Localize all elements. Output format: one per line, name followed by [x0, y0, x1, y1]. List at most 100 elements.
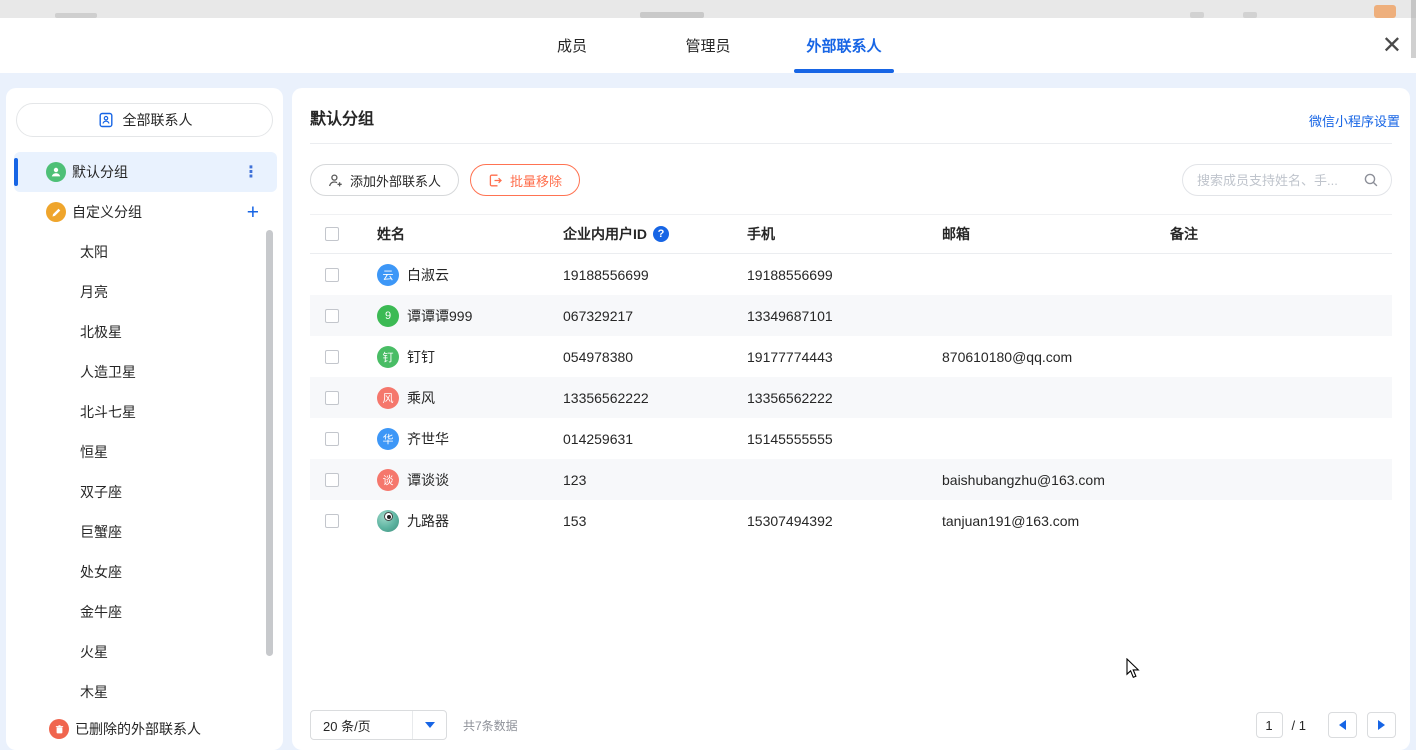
previous-page-button[interactable] [1328, 712, 1357, 738]
contact-name: 九路器 [407, 511, 449, 531]
sidebar-group-item[interactable]: 北斗七星 [14, 392, 277, 432]
column-header-id: 企业内用户ID ? [563, 224, 747, 244]
avatar [377, 510, 399, 532]
table-row: 9 谭谭谭999 06732921713349687101 [310, 295, 1392, 336]
pagination: 1 / 1 [1256, 712, 1396, 738]
export-remove-icon [488, 173, 503, 188]
background-page-remnant [1374, 5, 1396, 18]
sidebar-scrollbar-thumb[interactable] [266, 230, 273, 656]
row-checkbox[interactable] [325, 473, 339, 487]
avatar: 9 [377, 305, 399, 327]
add-group-icon[interactable]: + [247, 202, 259, 223]
avatar: 风 [377, 387, 399, 409]
sidebar-group-item[interactable]: 木星 [14, 672, 277, 712]
add-button-label: 添加外部联系人 [350, 171, 441, 190]
column-header-email: 邮箱 [942, 224, 1170, 244]
sidebar-group-item[interactable]: 金牛座 [14, 592, 277, 632]
sidebar-group-item[interactable]: 恒星 [14, 432, 277, 472]
caret-zone [412, 711, 446, 739]
page-size-select[interactable]: 20 条/页 [310, 710, 447, 740]
sidebar-group-item[interactable]: 处女座 [14, 552, 277, 592]
chevron-down-icon [425, 722, 435, 728]
contact-user-id: 153 [563, 513, 747, 529]
table-row: 谈谭谈谈123baishubangzhu@163.com [310, 459, 1392, 500]
contact-phone: 19177774443 [747, 349, 942, 365]
avatar: 谈 [377, 469, 399, 491]
tab-admins[interactable]: 管理员 [648, 18, 768, 73]
sidebar-item-custom-group[interactable]: 自定义分组 + [14, 192, 277, 232]
column-header-id-label: 企业内用户ID [563, 224, 647, 244]
contact-user-id: 014259631 [563, 431, 747, 447]
row-checkbox[interactable] [325, 268, 339, 282]
table-header-row: 姓名 企业内用户ID ? 手机 邮箱 备注 [310, 214, 1392, 254]
search-input[interactable] [1197, 173, 1363, 188]
sidebar-group-item[interactable]: 太阳 [14, 232, 277, 272]
sidebar-item-deleted-contacts[interactable]: 已删除的外部联系人 [14, 712, 277, 746]
contact-phone: 15145555555 [747, 431, 942, 447]
row-checkbox[interactable] [325, 514, 339, 528]
wechat-miniprogram-settings-link[interactable]: 微信小程序设置 [1309, 111, 1400, 130]
contact-name: 谭谭谭999 [407, 306, 472, 326]
pencil-icon [46, 202, 66, 222]
contact-phone: 19188556699 [747, 267, 942, 283]
search-box [1182, 164, 1392, 196]
divider [310, 143, 1392, 144]
group-person-icon [46, 162, 66, 182]
more-options-icon[interactable]: ⋮ [243, 162, 259, 182]
table-row: 钉钉钉05497838019177774443870610180@qq.com [310, 336, 1392, 377]
avatar-eye [384, 512, 393, 521]
help-icon[interactable]: ? [653, 226, 669, 242]
total-count-label: 共7条数据 [463, 717, 518, 734]
table-row: 九路器15315307494392tanjuan191@163.com [310, 500, 1392, 541]
table-footer: 20 条/页 共7条数据 1 / 1 [310, 702, 1396, 748]
column-header-remark: 备注 [1170, 224, 1392, 244]
tab-label: 外部联系人 [806, 35, 881, 56]
search-icon [1363, 172, 1379, 188]
total-pages-label: / 1 [1292, 718, 1306, 733]
background-scrollbar-remnant [1411, 0, 1416, 58]
contact-name: 钉钉 [407, 347, 435, 367]
sidebar-group-item[interactable]: 人造卫星 [14, 352, 277, 392]
row-checkbox[interactable] [325, 432, 339, 446]
close-icon[interactable]: ✕ [1382, 34, 1402, 58]
batch-remove-button[interactable]: 批量移除 [470, 164, 580, 196]
add-external-contact-button[interactable]: 添加外部联系人 [310, 164, 459, 196]
sidebar-group-item[interactable]: 双子座 [14, 472, 277, 512]
tab-members[interactable]: 成员 [512, 18, 632, 73]
row-checkbox[interactable] [325, 350, 339, 364]
current-page-input[interactable]: 1 [1256, 712, 1283, 738]
tab-label: 成员 [557, 35, 587, 56]
remove-button-label: 批量移除 [510, 171, 562, 190]
sidebar-group-item[interactable]: 月亮 [14, 272, 277, 312]
contact-name: 白淑云 [407, 265, 449, 285]
custom-group-list: 太阳月亮北极星人造卫星北斗七星恒星双子座巨蟹座处女座金牛座火星木星 [6, 232, 283, 712]
sidebar-group-item[interactable]: 巨蟹座 [14, 512, 277, 552]
contact-phone: 13349687101 [747, 308, 942, 324]
main-panel: 默认分组 微信小程序设置 添加外部联系人 批量移除 姓名 [292, 88, 1410, 750]
select-all-checkbox[interactable] [325, 227, 339, 241]
contact-email: 870610180@qq.com [942, 349, 1170, 365]
trash-icon [49, 719, 69, 739]
sidebar-group-item[interactable]: 北极星 [14, 312, 277, 352]
tab-external-contacts[interactable]: 外部联系人 [784, 18, 904, 73]
sidebar-group-item[interactable]: 火星 [14, 632, 277, 672]
table-row: 云白淑云1918855669919188556699 [310, 254, 1392, 295]
all-contacts-button[interactable]: 全部联系人 [16, 103, 273, 137]
contact-name: 乘风 [407, 388, 435, 408]
contact-user-id: 054978380 [563, 349, 747, 365]
page-size-value: 20 条/页 [311, 716, 412, 735]
sidebar-item-default-group[interactable]: 默认分组 ⋮ [14, 152, 277, 192]
contact-email: baishubangzhu@163.com [942, 472, 1170, 488]
next-page-button[interactable] [1367, 712, 1396, 738]
row-checkbox[interactable] [325, 309, 339, 323]
person-add-icon [328, 173, 343, 188]
contact-book-icon [97, 111, 115, 129]
sidebar: 全部联系人 默认分组 ⋮ 自定义分组 + 太阳月亮北极星人造卫星北斗七星恒星双子… [6, 88, 283, 750]
contact-user-id: 067329217 [563, 308, 747, 324]
row-checkbox[interactable] [325, 391, 339, 405]
page-title: 默认分组 [310, 105, 1392, 129]
arrow-left-icon [1339, 720, 1346, 730]
table-row: 风乘风1335656222213356562222 [310, 377, 1392, 418]
modal-header: 成员 管理员 外部联系人 ✕ [0, 18, 1416, 73]
sidebar-item-label: 默认分组 [72, 162, 128, 182]
